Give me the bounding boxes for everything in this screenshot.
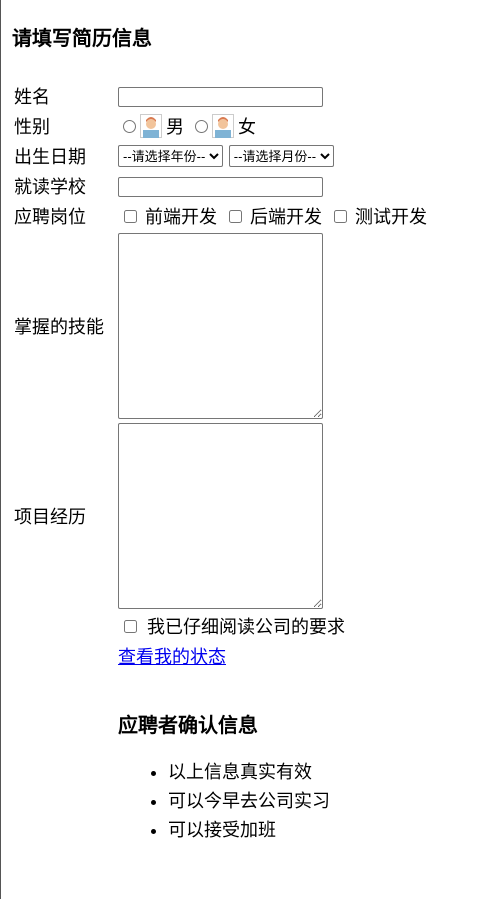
resume-form: 姓名 性别 男 女 出生日期 --请选择年份-- --请选择月份-- 就读学校 … — [10, 80, 436, 848]
position-backend-label: 后端开发 — [250, 207, 322, 228]
gender-male-label: 男 — [166, 117, 184, 138]
skills-textarea[interactable] — [118, 233, 323, 419]
position-backend-checkbox[interactable] — [229, 209, 242, 223]
confirm-title: 应聘者确认信息 — [118, 713, 258, 737]
confirm-item: 可以今早去公司实习 — [168, 787, 433, 816]
birth-month-select[interactable]: --请选择月份-- — [228, 145, 334, 168]
name-label: 姓名 — [14, 87, 50, 108]
position-testing-checkbox[interactable] — [334, 209, 347, 223]
male-avatar-icon — [140, 114, 162, 138]
birth-label: 出生日期 — [14, 147, 86, 168]
school-input[interactable] — [118, 176, 323, 197]
school-label: 就读学校 — [14, 177, 86, 198]
agree-checkbox[interactable] — [124, 619, 137, 633]
gender-label: 性别 — [14, 117, 50, 138]
skills-label: 掌握的技能 — [14, 317, 104, 338]
skills-row: 掌握的技能 — [12, 232, 434, 420]
agree-row: 我已仔细阅读公司的要求 — [12, 612, 434, 640]
status-row: 查看我的状态 — [12, 642, 434, 670]
confirm-row: 应聘者确认信息 以上信息真实有效 可以今早去公司实习 可以接受加班 — [12, 672, 434, 846]
agree-group: 我已仔细阅读公司的要求 — [118, 613, 433, 639]
gender-radio-group: 男 女 — [118, 113, 433, 139]
name-row: 姓名 — [12, 82, 434, 110]
position-checkbox-group: 前端开发 后端开发 测试开发 — [118, 203, 433, 229]
window-left-border — [0, 0, 1, 899]
position-testing-label: 测试开发 — [355, 207, 427, 228]
gender-female-label: 女 — [238, 117, 256, 138]
female-avatar-icon — [212, 114, 234, 138]
confirm-item: 可以接受加班 — [168, 816, 433, 845]
confirm-list: 以上信息真实有效 可以今早去公司实习 可以接受加班 — [118, 758, 433, 845]
name-input[interactable] — [118, 86, 323, 107]
gender-row: 性别 男 女 — [12, 112, 434, 140]
position-row: 应聘岗位 前端开发 后端开发 测试开发 — [12, 202, 434, 230]
position-label: 应聘岗位 — [14, 207, 86, 228]
agree-label: 我已仔细阅读公司的要求 — [147, 617, 345, 638]
gender-female-radio[interactable] — [195, 119, 208, 133]
position-frontend-label: 前端开发 — [145, 207, 217, 228]
birth-year-select[interactable]: --请选择年份-- — [118, 145, 223, 168]
projects-textarea[interactable] — [118, 423, 323, 609]
birth-row: 出生日期 --请选择年份-- --请选择月份-- — [12, 142, 434, 170]
projects-label: 项目经历 — [14, 507, 86, 528]
projects-row: 项目经历 — [12, 422, 434, 610]
position-frontend-checkbox[interactable] — [124, 209, 137, 223]
page-title: 请填写简历信息 — [12, 26, 152, 50]
gender-male-radio[interactable] — [123, 119, 136, 133]
status-link[interactable]: 查看我的状态 — [118, 647, 226, 668]
confirm-item: 以上信息真实有效 — [168, 758, 433, 787]
school-row: 就读学校 — [12, 172, 434, 200]
